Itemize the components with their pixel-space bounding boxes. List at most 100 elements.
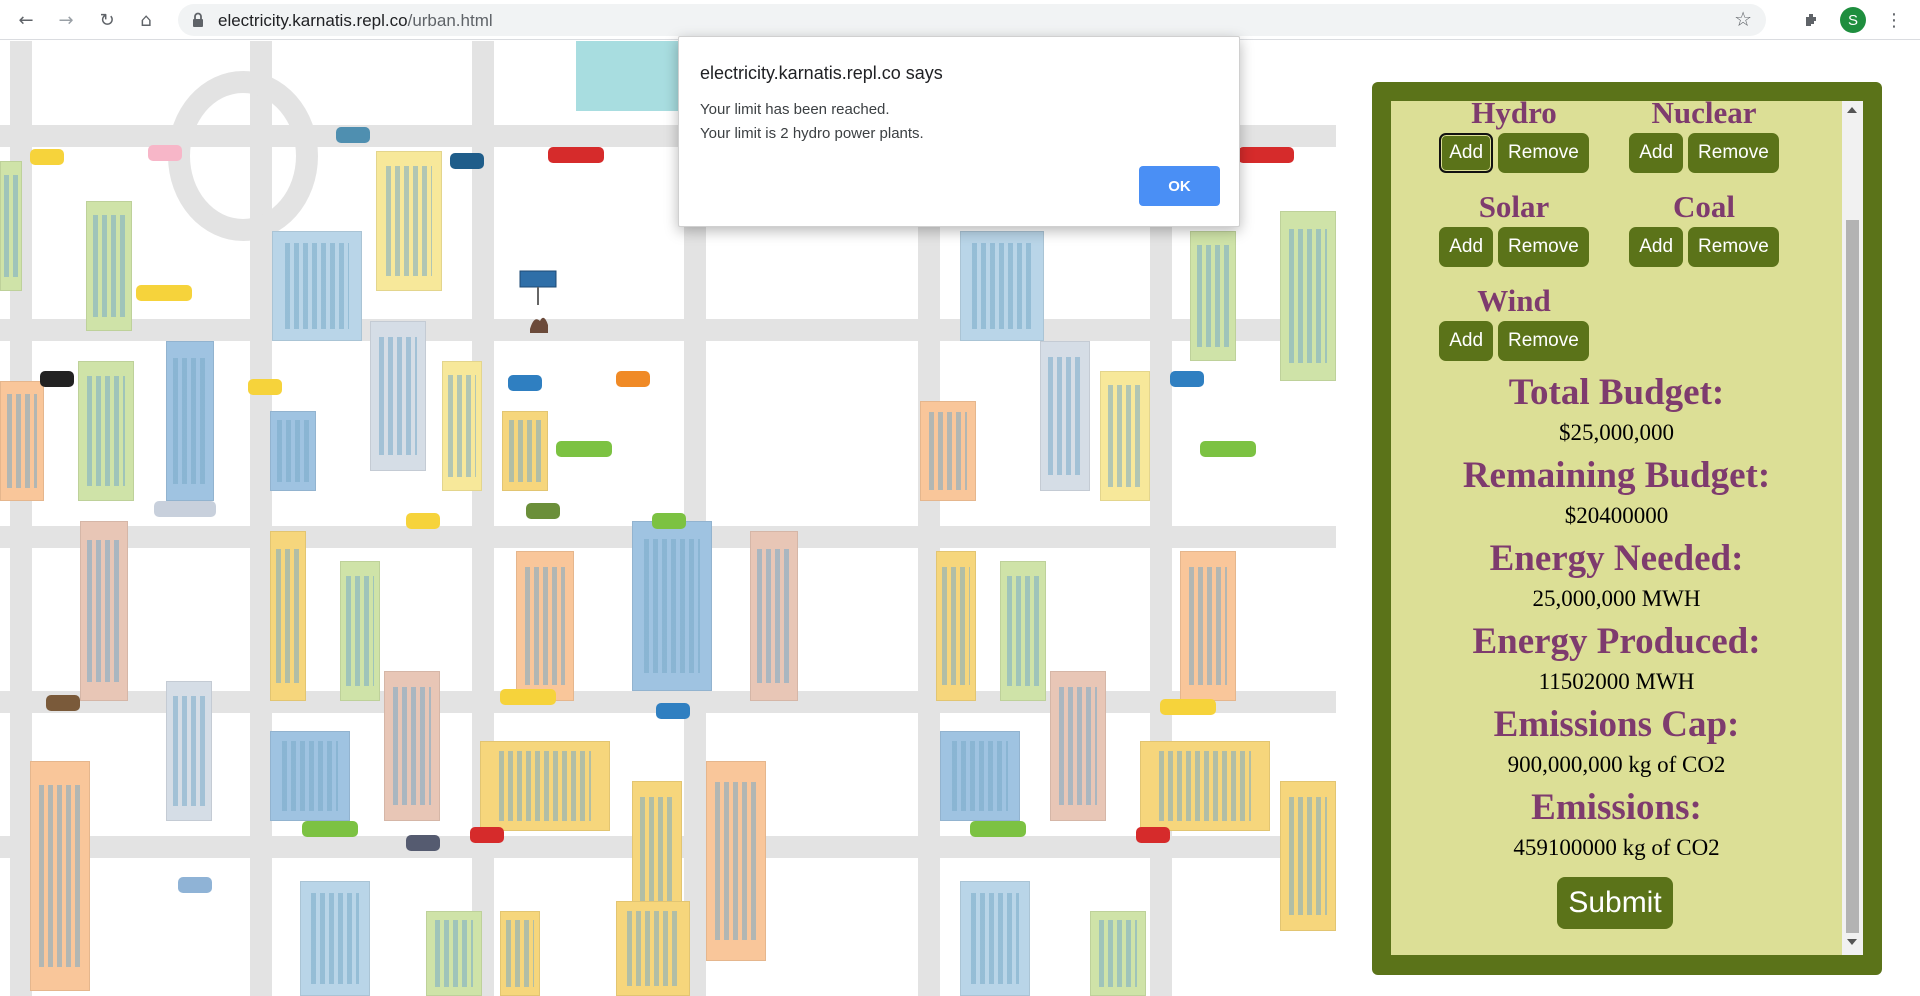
coal-add-button[interactable]: Add — [1629, 227, 1684, 267]
car — [556, 441, 612, 457]
solar-add-button[interactable]: Add — [1439, 227, 1494, 267]
car — [1200, 441, 1256, 457]
nuclear-add-button[interactable]: Add — [1629, 133, 1684, 173]
car — [652, 513, 686, 529]
coal-title: Coal — [1673, 189, 1735, 224]
building — [80, 521, 128, 701]
address-bar[interactable]: electricity.karnatis.repl.co/urban.html … — [178, 4, 1766, 36]
building — [750, 531, 798, 701]
coal-remove-button[interactable]: Remove — [1688, 227, 1779, 267]
url-path: /urban.html — [407, 11, 493, 30]
car — [656, 703, 690, 719]
total-budget-value: $25,000,000 — [1559, 420, 1674, 445]
building — [1190, 231, 1236, 361]
building — [1100, 371, 1150, 501]
building — [340, 561, 380, 701]
building — [920, 401, 976, 501]
building — [936, 551, 976, 701]
coal-section: Coal Add Remove — [1619, 189, 1789, 267]
building — [426, 911, 482, 996]
building — [480, 741, 610, 831]
avatar[interactable]: S — [1840, 7, 1866, 33]
emissions-cap-value: 900,000,000 kg of CO2 — [1507, 752, 1726, 777]
car — [616, 371, 650, 387]
energy-needed-value: 25,000,000 MWH — [1532, 586, 1701, 611]
wind-add-button[interactable]: Add — [1439, 321, 1494, 361]
building — [270, 531, 306, 701]
extensions-icon[interactable] — [1800, 8, 1824, 32]
car — [500, 689, 556, 705]
wind-remove-button[interactable]: Remove — [1498, 321, 1589, 361]
car — [406, 513, 440, 529]
nuclear-remove-button[interactable]: Remove — [1688, 133, 1779, 173]
building — [270, 731, 350, 821]
road — [472, 41, 494, 996]
solar-title: Solar — [1478, 189, 1550, 224]
car — [548, 147, 604, 163]
submit-button[interactable]: Submit — [1557, 877, 1673, 929]
back-icon[interactable]: ← — [14, 8, 38, 32]
car — [248, 379, 282, 395]
car — [336, 127, 370, 143]
building — [516, 551, 574, 701]
car — [1136, 827, 1170, 843]
car — [302, 821, 358, 837]
building — [1040, 341, 1090, 491]
wind-section: Wind Add Remove — [1429, 283, 1599, 361]
building — [0, 381, 44, 501]
building — [502, 411, 548, 491]
building — [1140, 741, 1270, 831]
url-text[interactable]: electricity.karnatis.repl.co/urban.html — [218, 11, 493, 31]
building — [86, 201, 132, 331]
menu-icon[interactable]: ⋮ — [1882, 8, 1906, 32]
scroll-down-icon[interactable] — [1847, 939, 1857, 945]
building — [272, 231, 362, 341]
building — [1280, 781, 1336, 931]
building — [1280, 211, 1336, 381]
car — [470, 827, 504, 843]
car — [508, 375, 542, 391]
ok-button[interactable]: OK — [1139, 166, 1220, 206]
building — [616, 901, 690, 996]
building — [300, 881, 370, 996]
building — [940, 731, 1020, 821]
car — [1238, 147, 1294, 163]
building — [166, 681, 212, 821]
scroll-up-icon[interactable] — [1847, 107, 1857, 113]
hydro-remove-button[interactable]: Remove — [1498, 133, 1589, 173]
car — [526, 503, 560, 519]
panel-scrollbar[interactable] — [1842, 101, 1863, 955]
car — [450, 153, 484, 169]
building — [370, 321, 426, 471]
lock-icon[interactable] — [192, 12, 204, 28]
energy-produced-label: Energy Produced: — [1472, 621, 1761, 662]
hydro-add-button[interactable]: Add — [1439, 133, 1494, 173]
roundabout — [168, 71, 318, 241]
building — [442, 361, 482, 491]
forward-icon[interactable]: → — [54, 8, 78, 32]
building — [30, 761, 90, 991]
energy-needed-label: Energy Needed: — [1489, 538, 1744, 579]
car — [178, 877, 212, 893]
home-icon[interactable]: ⌂ — [134, 8, 158, 32]
alert-dialog: electricity.karnatis.repl.co says Your l… — [678, 36, 1240, 227]
road — [0, 319, 1336, 341]
emissions-cap-label: Emissions Cap: — [1493, 704, 1740, 745]
nuclear-section: Nuclear Add Remove — [1619, 101, 1789, 173]
building — [960, 881, 1030, 996]
building — [960, 231, 1044, 341]
reload-icon[interactable]: ↻ — [95, 8, 119, 32]
hydro-section: Hydro Add Remove — [1429, 101, 1599, 173]
car — [154, 501, 216, 517]
remaining-budget-value: $20400000 — [1564, 503, 1669, 528]
stats-panel: Total Budget: $25,000,000 Remaining Budg… — [1391, 372, 1842, 870]
solar-remove-button[interactable]: Remove — [1498, 227, 1589, 267]
building — [384, 671, 440, 821]
browser-toolbar: ← → ↻ ⌂ electricity.karnatis.repl.co/urb… — [0, 0, 1920, 40]
car — [148, 145, 182, 161]
building — [376, 151, 442, 291]
dialog-message-line-2: Your limit is 2 hydro power plants. — [700, 125, 924, 142]
car — [46, 695, 80, 711]
star-icon[interactable]: ☆ — [1734, 7, 1752, 31]
scrollbar-thumb[interactable] — [1846, 220, 1859, 933]
